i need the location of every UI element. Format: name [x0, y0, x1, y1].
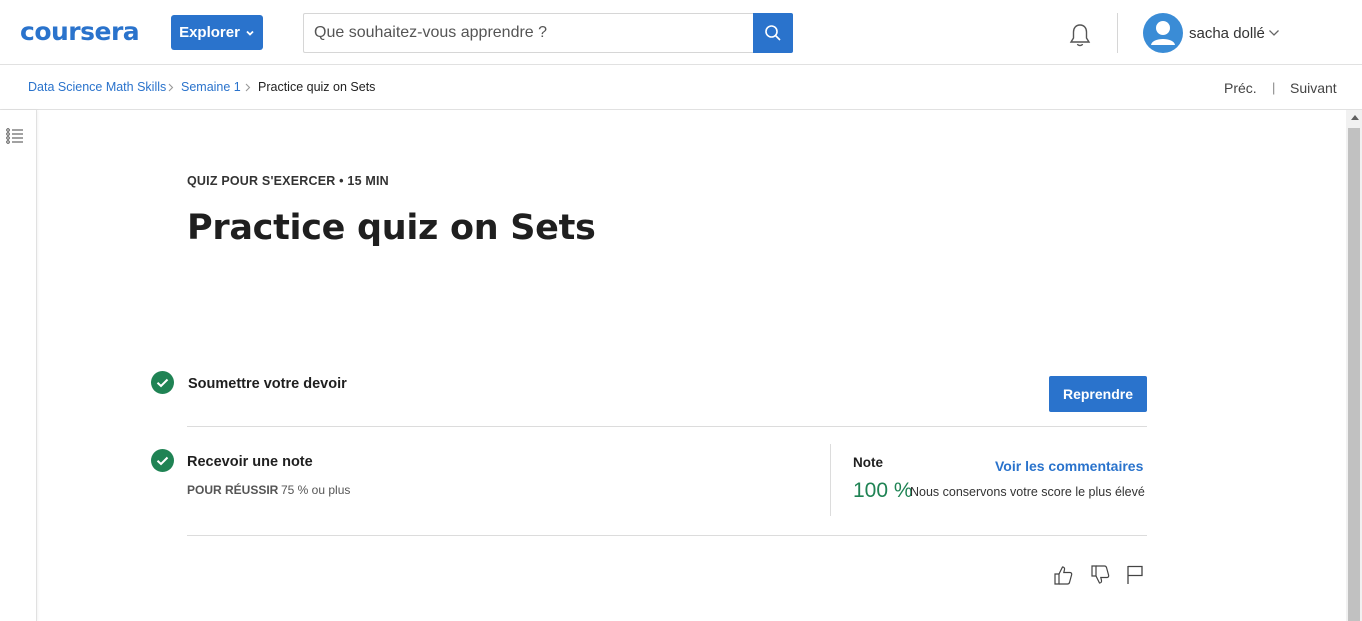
- check-circle-icon: [151, 371, 174, 394]
- nav-separator: |: [1272, 80, 1276, 95]
- breadcrumb-current: Practice quiz on Sets: [258, 80, 376, 94]
- breadcrumb-course[interactable]: Data Science Math Skills: [28, 80, 166, 94]
- note-label: Note: [853, 455, 883, 470]
- grade-step-label: Recevoir une note: [187, 454, 313, 470]
- quiz-type: QUIZ POUR S'EXERCER: [187, 174, 336, 188]
- search-icon: [765, 25, 781, 41]
- search-input[interactable]: [303, 13, 754, 53]
- course-outline-icon[interactable]: [6, 128, 24, 144]
- check-circle-icon: [151, 449, 174, 472]
- explore-button-label: Explorer: [179, 24, 240, 41]
- view-feedback-link[interactable]: Voir les commentaires: [995, 458, 1143, 474]
- user-avatar[interactable]: [1143, 13, 1183, 53]
- course-sidebar: [0, 110, 37, 621]
- scroll-thumb[interactable]: [1348, 128, 1360, 621]
- pass-value: 75 % ou plus: [281, 483, 351, 497]
- resume-button[interactable]: Reprendre: [1049, 376, 1147, 412]
- scroll-up-arrow-icon[interactable]: [1351, 115, 1359, 120]
- grade-score: 100 %: [853, 479, 913, 502]
- divider: [187, 535, 1147, 536]
- grade-divider: [830, 444, 831, 516]
- explore-button[interactable]: Explorer: [171, 15, 263, 50]
- header-divider: [1117, 13, 1118, 53]
- page-title: Practice quiz on Sets: [187, 208, 596, 248]
- top-navbar: coursera Explorer sacha dollé: [0, 0, 1362, 65]
- previous-link[interactable]: Préc.: [1224, 80, 1257, 96]
- chevron-down-icon[interactable]: [1268, 29, 1280, 37]
- quiz-duration: 15 MIN: [347, 174, 389, 188]
- thumbs-up-icon[interactable]: [1052, 564, 1074, 586]
- breadcrumb-bar: Data Science Math Skills Semaine 1 Pract…: [0, 65, 1362, 110]
- divider: [187, 426, 1147, 427]
- pass-label: POUR RÉUSSIR: [187, 483, 279, 497]
- meta-bullet: •: [339, 174, 344, 188]
- thumbs-down-icon[interactable]: [1089, 564, 1111, 586]
- user-icon: [1151, 21, 1175, 45]
- submit-step-label: Soumettre votre devoir: [188, 376, 347, 392]
- flag-icon[interactable]: [1124, 563, 1146, 585]
- scrollbar[interactable]: [1346, 110, 1362, 621]
- username[interactable]: sacha dollé: [1189, 25, 1265, 42]
- score-note: Nous conservons votre score le plus élev…: [910, 485, 1145, 499]
- coursera-logo[interactable]: coursera: [20, 17, 140, 46]
- quiz-meta: QUIZ POUR S'EXERCER • 15 MIN: [187, 174, 389, 188]
- bell-icon[interactable]: [1066, 21, 1094, 49]
- next-link[interactable]: Suivant: [1290, 80, 1337, 96]
- search-button[interactable]: [753, 13, 793, 53]
- chevron-down-icon: [246, 30, 254, 36]
- chevron-right-icon: [168, 83, 174, 92]
- breadcrumb-week[interactable]: Semaine 1: [181, 80, 241, 94]
- chevron-right-icon: [245, 83, 251, 92]
